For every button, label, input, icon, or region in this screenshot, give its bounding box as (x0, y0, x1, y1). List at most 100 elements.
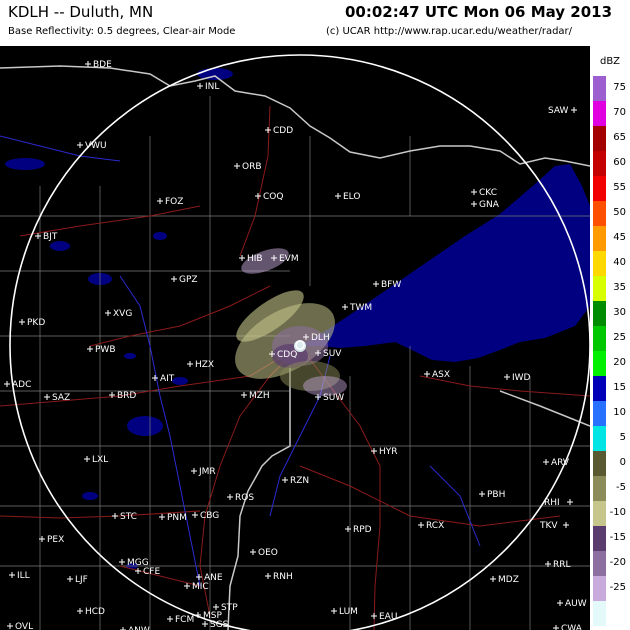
legend-swatch (593, 326, 606, 351)
city-label: PKD (27, 318, 45, 328)
city-label: MDZ (498, 575, 519, 585)
city-label: AIT (160, 374, 175, 384)
legend-swatch (593, 126, 606, 151)
legend-row (590, 601, 630, 626)
city-label: MZH (249, 391, 270, 401)
radar-map[interactable]: BDE INL CDD VWU ORB FOZ COQ ELO CKC GNA BJT HIB EVM G… (0, 46, 590, 630)
city-label: LUM (339, 607, 358, 617)
city-label: BDE (93, 60, 112, 70)
legend-swatch (593, 401, 606, 426)
legend-value: 20 (613, 357, 626, 368)
city-label: CWA (561, 624, 583, 630)
city-label: SUV (323, 349, 342, 359)
legend-unit: dBZ (599, 56, 621, 67)
legend-value: -10 (609, 507, 626, 518)
city-label: SAW (548, 106, 569, 116)
city-label: CBG (200, 511, 219, 521)
city-label: HZX (195, 360, 214, 370)
city-label: HIB (247, 254, 263, 264)
legend-swatch (593, 176, 606, 201)
legend-swatch (593, 376, 606, 401)
legend-value: 25 (613, 332, 626, 343)
legend-value: -15 (609, 532, 626, 543)
legend-value: 15 (613, 382, 626, 393)
legend-swatch (593, 501, 606, 526)
observation-timestamp: 00:02:47 UTC Mon 06 May 2013 (345, 3, 613, 21)
legend-row: 25 (590, 326, 630, 351)
legend-row: -25 (590, 576, 630, 601)
legend-value: 55 (613, 182, 626, 193)
city-label: AUW (565, 599, 587, 609)
legend-row: 45 (590, 226, 630, 251)
legend-swatch (593, 201, 606, 226)
city-label: DLH (311, 333, 330, 343)
legend-value: 70 (613, 107, 626, 118)
legend-swatch (593, 601, 606, 626)
legend-value: 75 (613, 82, 626, 93)
city-label: GPZ (179, 275, 198, 285)
station-title: KDLH -- Duluth, MN (8, 3, 154, 21)
legend-row: 70 (590, 101, 630, 126)
legend-row: 35 (590, 276, 630, 301)
legend-row: -15 (590, 526, 630, 551)
city-label: STP (221, 603, 238, 613)
legend-row: -20 (590, 551, 630, 576)
legend-swatch (593, 226, 606, 251)
legend-value: 40 (613, 257, 626, 268)
city-label: STC (120, 512, 137, 522)
city-label: TKV (539, 521, 558, 531)
legend-value: 30 (613, 307, 626, 318)
city-label: RCX (426, 521, 444, 531)
legend-row: -5 (590, 476, 630, 501)
legend-swatch (593, 576, 606, 601)
city-label: PBH (487, 490, 505, 500)
legend-swatch (593, 551, 606, 576)
city-label: ILL (17, 571, 30, 581)
city-label: CDQ (277, 350, 297, 360)
legend-row: 30 (590, 301, 630, 326)
city-label: ASX (432, 370, 450, 380)
legend-value: 65 (613, 132, 626, 143)
city-label: RZN (290, 476, 309, 486)
legend-row: 55 (590, 176, 630, 201)
city-label: OVL (15, 622, 33, 630)
legend-row: 5 (590, 426, 630, 451)
city-label: EVM (279, 254, 299, 264)
legend-row: 20 (590, 351, 630, 376)
city-label: PEX (47, 535, 64, 545)
legend-value: 35 (613, 282, 626, 293)
legend-row: 50 (590, 201, 630, 226)
city-label: EAU (379, 612, 397, 622)
legend-value: -5 (616, 482, 626, 493)
city-label: GNA (479, 200, 500, 210)
legend-swatch (593, 451, 606, 476)
city-label: VWU (85, 141, 107, 151)
city-label: CKC (479, 188, 497, 198)
legend-value: 60 (613, 157, 626, 168)
legend-swatch (593, 101, 606, 126)
city-label: SUW (323, 393, 344, 403)
city-label: MIC (192, 582, 209, 592)
legend-row: 0 (590, 451, 630, 476)
legend-value: 0 (619, 457, 626, 468)
city-label: RNH (273, 572, 293, 582)
city-label: ORB (242, 162, 262, 172)
city-label: RPD (353, 525, 372, 535)
city-label: RRL (553, 560, 571, 570)
city-label: PNM (167, 513, 187, 523)
legend-swatch (593, 526, 606, 551)
legend-swatch (593, 276, 606, 301)
product-description: Base Reflectivity: 0.5 degrees, Clear-ai… (8, 26, 236, 37)
legend-row: 15 (590, 376, 630, 401)
city-label: HCD (85, 607, 105, 617)
city-label: JMR (198, 467, 216, 477)
legend-value: 5 (619, 432, 626, 443)
dbz-legend: dBZ 75 70 65 60 55 50 45 40 35 30 25 20 15 10 5 0 -5 -10-… (590, 46, 630, 630)
city-label: INL (205, 82, 219, 92)
city-label: CFE (143, 567, 160, 577)
city-label: ADC (12, 380, 31, 390)
source-credit: (c) UCAR http://www.rap.ucar.edu/weather… (326, 26, 573, 37)
legend-row: 60 (590, 151, 630, 176)
city-label: ANW (128, 626, 150, 630)
city-label: LJF (75, 575, 88, 585)
